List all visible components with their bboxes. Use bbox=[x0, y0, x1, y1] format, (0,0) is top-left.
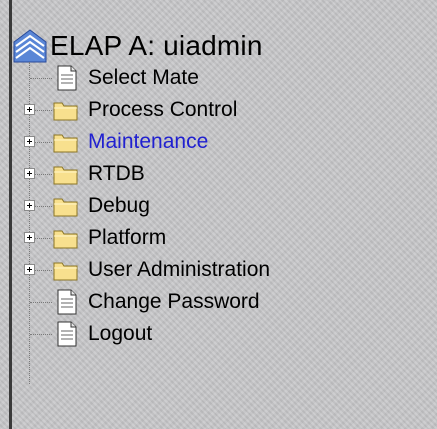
tree-item-debug[interactable]: Debug bbox=[12, 190, 412, 222]
tree-item-label: Change Password bbox=[88, 290, 260, 313]
tree-item-label: Select Mate bbox=[88, 66, 199, 89]
tree-item-label: Process Control bbox=[88, 98, 238, 121]
tree-branch-line bbox=[30, 334, 52, 335]
tree-item-logout[interactable]: Logout bbox=[12, 318, 412, 350]
expand-plus-icon[interactable] bbox=[24, 104, 35, 115]
folder-icon bbox=[53, 262, 78, 281]
network-icon bbox=[13, 29, 47, 63]
tree-item-maintenance[interactable]: Maintenance bbox=[12, 126, 412, 158]
tree-root-label: ELAP A: uiadmin bbox=[50, 30, 263, 61]
tree-branch-line bbox=[30, 302, 52, 303]
expand-plus-icon[interactable] bbox=[24, 136, 35, 147]
tree-item-label: Platform bbox=[88, 226, 167, 249]
tree-item-select-mate[interactable]: Select Mate bbox=[12, 62, 412, 94]
tree-branch-line bbox=[30, 78, 52, 79]
folder-icon bbox=[53, 134, 78, 153]
navigation-tree: ELAP A: uiadmin Select Mate Process Cont… bbox=[12, 22, 422, 422]
folder-icon bbox=[53, 166, 78, 185]
tree-item-label: User Administration bbox=[88, 258, 271, 281]
page-icon bbox=[57, 65, 77, 91]
tree-item-label: RTDB bbox=[88, 162, 145, 185]
tree-item-platform[interactable]: Platform bbox=[12, 222, 412, 254]
page-icon bbox=[57, 289, 77, 315]
tree-item-user-administration[interactable]: User Administration bbox=[12, 254, 412, 286]
tree-root[interactable]: ELAP A: uiadmin bbox=[12, 28, 263, 64]
tree-item-label: Logout bbox=[88, 322, 153, 345]
page-icon bbox=[57, 321, 77, 347]
folder-icon bbox=[53, 198, 78, 217]
expand-plus-icon[interactable] bbox=[24, 232, 35, 243]
tree-item-label: Debug bbox=[88, 194, 150, 217]
folder-icon bbox=[53, 230, 78, 249]
folder-icon bbox=[53, 102, 78, 121]
expand-plus-icon[interactable] bbox=[24, 200, 35, 211]
tree-item-rtdb[interactable]: RTDB bbox=[12, 158, 412, 190]
tree-item-label: Maintenance bbox=[88, 130, 209, 153]
tree-item-process-control[interactable]: Process Control bbox=[12, 94, 412, 126]
tree-item-change-password[interactable]: Change Password bbox=[12, 286, 412, 318]
expand-plus-icon[interactable] bbox=[24, 168, 35, 179]
expand-plus-icon[interactable] bbox=[24, 264, 35, 275]
